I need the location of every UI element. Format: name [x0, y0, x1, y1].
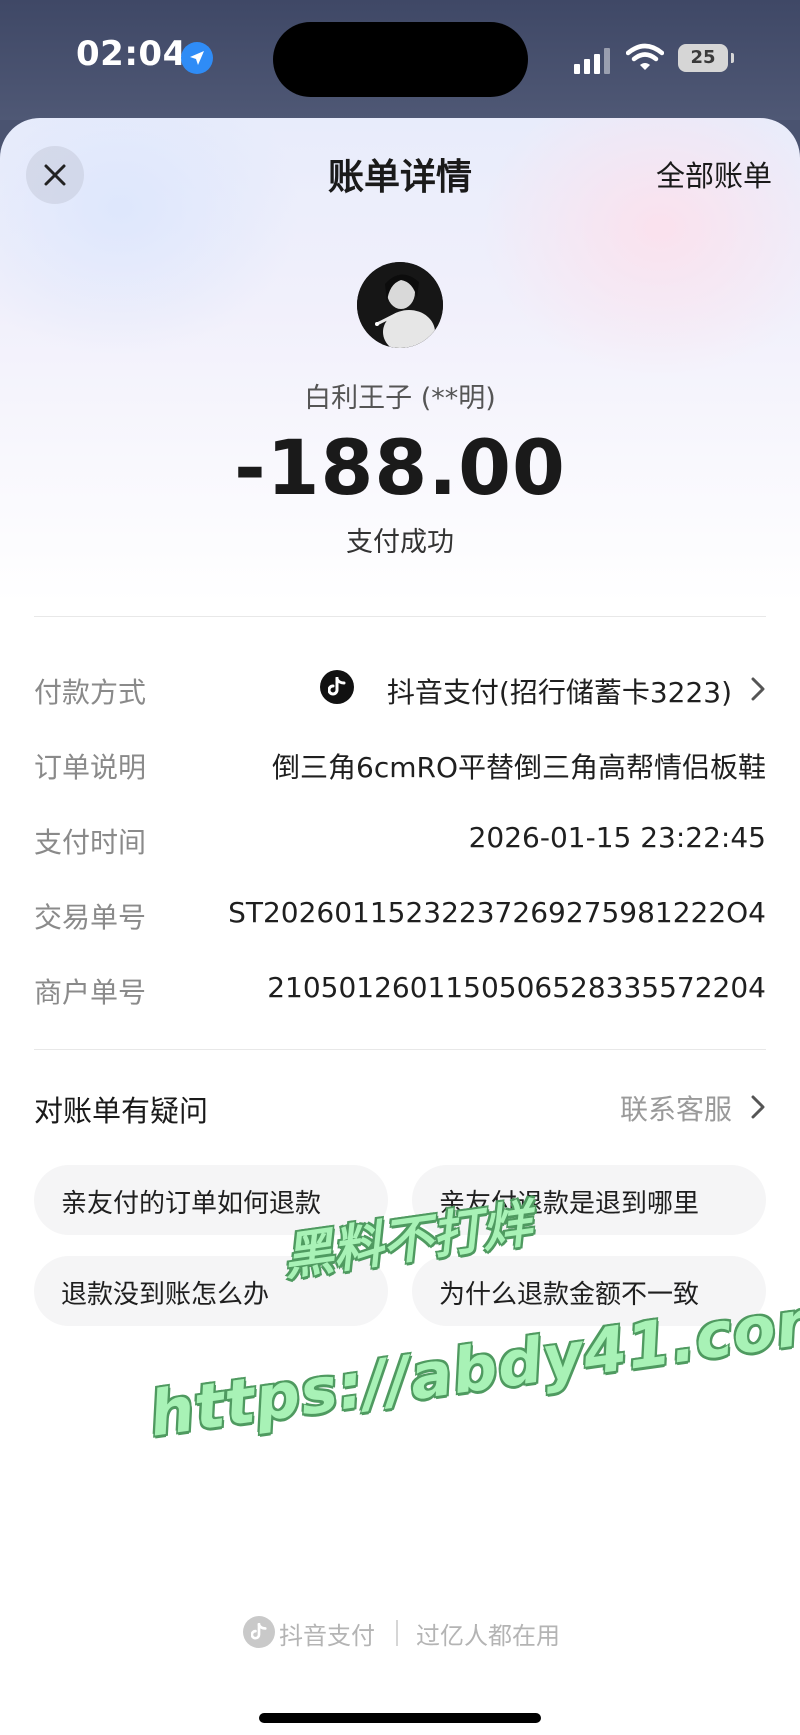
detail-value: ST20260115232237269275981222O4: [228, 896, 766, 929]
divider: [34, 616, 766, 617]
home-indicator[interactable]: [259, 1713, 541, 1723]
battery-cap: [731, 53, 734, 63]
payment-amount: -188.00: [234, 423, 566, 512]
detail-row-order-description: 订单说明 倒三角6cmRO平替倒三角高帮情侣板鞋: [34, 742, 766, 786]
detail-value: 倒三角6cmRO平替倒三角高帮情侣板鞋: [272, 751, 766, 784]
detail-value: 抖音支付(招行储蓄卡3223): [386, 676, 732, 709]
questions-title: 对账单有疑问: [34, 1094, 209, 1128]
detail-row-payment-method[interactable]: 付款方式 抖音支付(招行储蓄卡3223): [34, 667, 766, 711]
detail-value: 2026-01-15 23:22:45: [468, 821, 766, 854]
detail-row-merchant-number[interactable]: 商户单号 210501260115050652833557220​4: [34, 967, 766, 1011]
payment-status: 支付成功: [346, 527, 454, 558]
detail-label: 支付时间: [34, 826, 147, 859]
detail-label: 商户单号: [34, 976, 147, 1009]
footer-brand: 抖音支付: [279, 1622, 375, 1650]
detail-value: 210501260115050652833557220​4: [267, 971, 766, 1004]
divider: [34, 1049, 766, 1050]
contact-service-label: 联系客服: [619, 1093, 732, 1126]
status-time: 02:04: [76, 34, 187, 74]
detail-row-payment-time: 支付时间 2026-01-15 23:22:45: [34, 817, 766, 861]
merchant-avatar[interactable]: [357, 262, 443, 348]
detail-label: 交易单号: [34, 901, 147, 934]
detail-label: 付款方式: [34, 676, 147, 709]
contact-service-link[interactable]: 联系客服: [586, 1088, 766, 1128]
wifi-icon: [625, 42, 665, 76]
question-chip-label: 亲友付的订单如何退款: [61, 1189, 322, 1219]
douyin-pay-icon: [320, 670, 354, 704]
battery-icon: 25: [678, 44, 728, 72]
chevron-right-icon: [751, 677, 765, 701]
footer-branding: 抖音支付 过亿人都在用: [0, 1608, 800, 1658]
status-bar: 02:04 25: [0, 0, 800, 120]
all-bills-link[interactable]: 全部账单: [656, 153, 772, 195]
question-chip-label: 退款没到账怎么办: [61, 1280, 270, 1310]
douyin-pay-logo-icon: [243, 1616, 275, 1648]
location-arrow-icon: [181, 42, 213, 74]
merchant-name: 白利王子 (**明): [304, 383, 496, 414]
cellular-signal-icon: [574, 46, 614, 74]
footer-separator: [396, 1620, 398, 1646]
detail-row-transaction-number[interactable]: 交易单号 ST20260115232237269275981222O4: [34, 892, 766, 936]
bill-detail-sheet: 账单详情 全部账单 白利王子 (**明) -188.00 支付成功 付款方式 抖…: [0, 118, 800, 1735]
detail-label: 订单说明: [34, 751, 147, 784]
chevron-right-icon: [751, 1095, 765, 1119]
footer-slogan: 过亿人都在用: [416, 1622, 560, 1650]
dynamic-island: [273, 22, 528, 97]
